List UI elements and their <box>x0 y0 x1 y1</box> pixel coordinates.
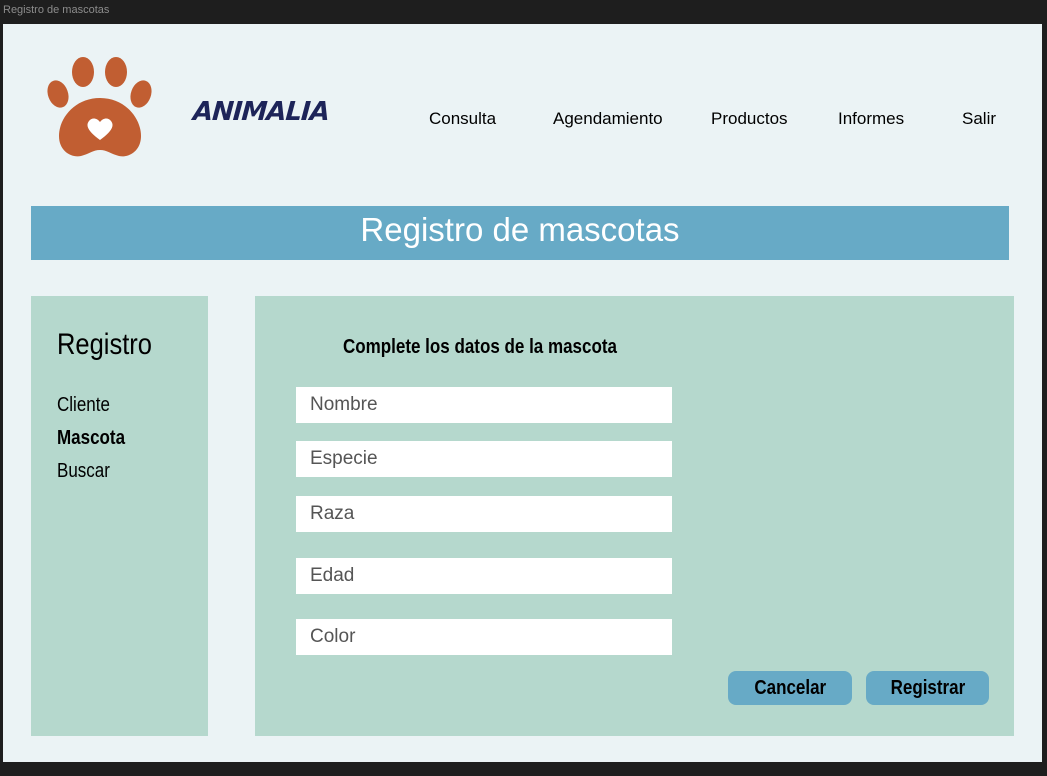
app-frame: ANIMALIA Consulta Agendamiento Productos… <box>3 24 1042 762</box>
register-button[interactable]: Registrar <box>866 671 989 705</box>
especie-field[interactable] <box>296 441 672 477</box>
register-button-label: Registrar <box>890 676 965 699</box>
sidebar-title: Registro <box>57 328 152 361</box>
edad-field[interactable] <box>296 558 672 594</box>
top-nav: Consulta Agendamiento Productos Informes… <box>3 109 1042 133</box>
nav-item-informes[interactable]: Informes <box>838 109 904 129</box>
form-title: Complete los datos de la mascota <box>343 336 617 358</box>
nav-item-agendamiento[interactable]: Agendamiento <box>553 109 663 129</box>
window-title: Registro de mascotas <box>0 0 1047 22</box>
sidebar-item-buscar[interactable]: Buscar <box>57 460 110 483</box>
page-title-banner: Registro de mascotas <box>31 206 1009 260</box>
raza-field[interactable] <box>296 496 672 532</box>
registration-form: Complete los datos de la mascota Cancela… <box>255 296 1014 736</box>
nav-item-consulta[interactable]: Consulta <box>429 109 496 129</box>
sidebar-item-cliente[interactable]: Cliente <box>57 394 110 417</box>
color-field[interactable] <box>296 619 672 655</box>
sidebar-item-mascota[interactable]: Mascota <box>57 427 125 450</box>
sidebar: Registro Cliente Mascota Buscar <box>31 296 208 736</box>
cancel-button-label: Cancelar <box>754 676 826 699</box>
nav-item-salir[interactable]: Salir <box>962 109 996 129</box>
nav-item-productos[interactable]: Productos <box>711 109 788 129</box>
nombre-field[interactable] <box>296 387 672 423</box>
bottom-bar <box>0 762 1047 776</box>
cancel-button[interactable]: Cancelar <box>728 671 852 705</box>
